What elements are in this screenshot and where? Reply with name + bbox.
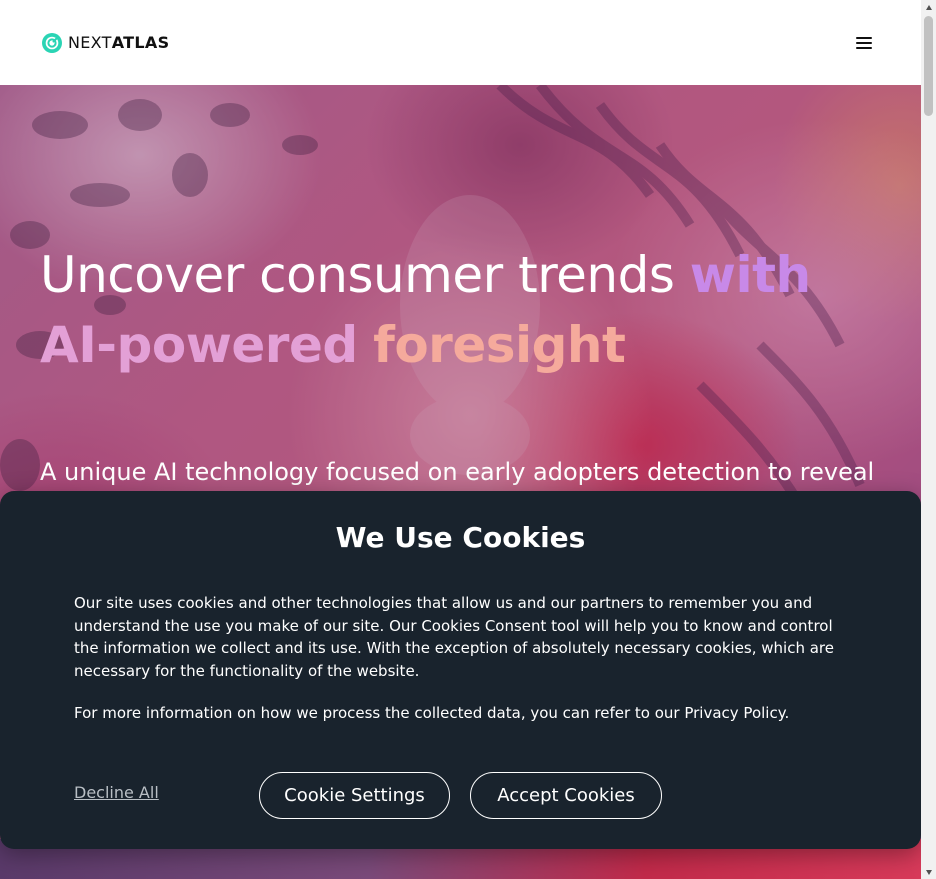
hero-title-text: Uncover consumer trends [40,246,690,304]
scrollbar-thumb[interactable] [924,16,933,116]
scroll-up-arrow-icon[interactable] [921,0,936,15]
hamburger-menu-icon[interactable] [856,32,878,54]
cookie-description: Our site uses cookies and other technolo… [74,594,834,680]
hero-title-highlight-ai-powered: AI-powered [40,316,358,374]
triangle-up-icon [925,4,932,10]
scroll-down-arrow-icon[interactable] [921,864,936,879]
page-scrollbar[interactable] [921,0,936,879]
logo-wordmark: NEXTATLAS [68,33,169,52]
logo-text-suffix: ATLAS [111,33,170,52]
site-header: NEXTATLAS [0,0,921,85]
menu-line [856,41,872,44]
hero-title: Uncover consumer trends with AI-powered f… [40,240,900,380]
menu-line [856,46,872,49]
hero-title-highlight-with: with [689,246,811,304]
menu-line [856,36,872,39]
nextatlas-logo-icon [42,32,62,53]
cookie-privacy-note: For more information on how we process t… [74,704,790,722]
hero-subtitle: A unique AI technology focused on early … [40,458,875,486]
cookie-consent-dialog: We Use Cookies Our site uses cookies and… [0,491,921,849]
hero-title-highlight-foresight: foresight [373,316,626,374]
cookie-settings-button[interactable]: Cookie Settings [259,772,450,819]
cookie-dialog-title: We Use Cookies [335,521,586,554]
logo[interactable]: NEXTATLAS [40,31,169,55]
logo-text-prefix: NEXT [68,33,112,52]
triangle-down-icon [925,869,932,875]
decline-all-link[interactable]: Decline All [74,783,159,802]
accept-cookies-button[interactable]: Accept Cookies [470,772,662,819]
